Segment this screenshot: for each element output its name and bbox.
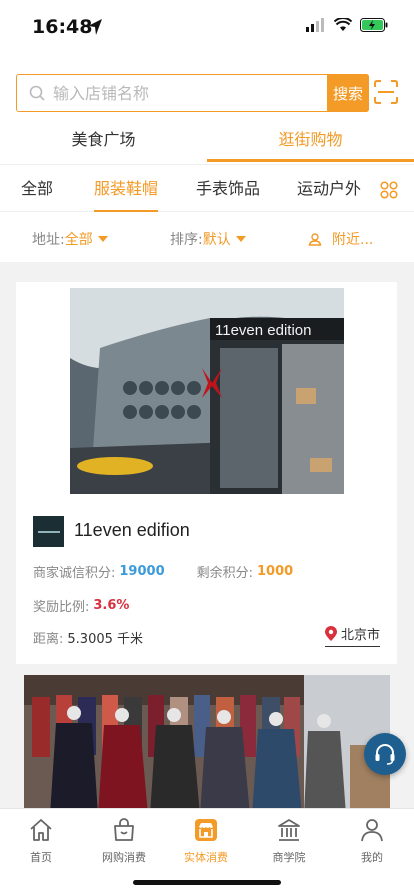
remain-value: 1000 bbox=[257, 564, 294, 579]
reward-row: 奖励比例: 3.6% bbox=[33, 596, 129, 615]
tab-home-label: 首页 bbox=[30, 851, 52, 864]
category-bar: 全部 服装鞋帽 手表饰品 运动户外 bbox=[0, 164, 414, 213]
nearby-filter[interactable]: 附近... bbox=[308, 229, 373, 249]
tab-mine[interactable]: 我的 bbox=[337, 817, 407, 865]
battery-charging-icon bbox=[360, 18, 388, 32]
credit-row: 商家诚信积分: 19000 剩余积分: 1000 bbox=[33, 562, 293, 581]
remain-label: 剩余积分: bbox=[196, 566, 254, 581]
map-pin-icon bbox=[324, 626, 337, 641]
search-input[interactable] bbox=[45, 83, 327, 103]
home-icon bbox=[30, 819, 52, 841]
distance-row: 距离: 5.3005 千米 bbox=[33, 628, 143, 647]
search-button[interactable]: 搜索 bbox=[327, 74, 369, 112]
shop-card[interactable]: 11even edition 11even edifion 商家诚信积分: 19… bbox=[16, 282, 397, 664]
store-icon bbox=[195, 819, 217, 841]
category-all[interactable]: 全部 bbox=[21, 165, 53, 213]
shop-city: 北京市 bbox=[340, 628, 380, 643]
person-location-icon bbox=[308, 233, 322, 246]
category-watches[interactable]: 手表饰品 bbox=[196, 165, 260, 213]
tab-business-school-label: 商学院 bbox=[272, 851, 306, 864]
scan-icon[interactable] bbox=[374, 80, 398, 104]
shopping-bag-icon bbox=[114, 818, 134, 841]
address-filter[interactable]: 地址: 全部 bbox=[32, 229, 108, 249]
caret-down-icon bbox=[235, 236, 246, 242]
shop-photo: 11even edition bbox=[70, 288, 344, 494]
shop-logo bbox=[33, 516, 64, 547]
tab-food-court[interactable]: 美食广场 bbox=[0, 124, 207, 164]
search-icon bbox=[29, 85, 45, 101]
header: 搜索 美食广场 逛街购物 bbox=[0, 56, 414, 164]
tab-online-shopping[interactable]: 网购消费 bbox=[89, 817, 159, 865]
reward-value: 3.6% bbox=[93, 598, 130, 613]
caret-down-icon bbox=[97, 236, 108, 242]
sort-filter-label: 排序: bbox=[170, 232, 203, 248]
sort-filter[interactable]: 排序: 默认 bbox=[170, 229, 246, 249]
shop-card-photo[interactable] bbox=[24, 675, 390, 808]
shop-photo-sign: 11even edition bbox=[215, 322, 311, 339]
home-indicator bbox=[133, 880, 281, 885]
shop-list: 11even edition 11even edifion 商家诚信积分: 19… bbox=[0, 262, 414, 808]
user-icon bbox=[361, 819, 383, 842]
status-icons bbox=[306, 18, 388, 32]
shop-location[interactable]: 北京市 bbox=[324, 624, 380, 647]
customer-service-button[interactable] bbox=[364, 733, 406, 775]
tab-business-school[interactable]: 商学院 bbox=[254, 817, 324, 865]
shop-name: 11even edifion bbox=[74, 520, 190, 540]
tab-shopping[interactable]: 逛街购物 bbox=[207, 124, 414, 164]
category-clothing[interactable]: 服装鞋帽 bbox=[94, 165, 159, 213]
cellular-signal-icon bbox=[306, 18, 324, 32]
search-box: 搜索 bbox=[16, 74, 369, 112]
credit-value: 19000 bbox=[119, 564, 165, 579]
reward-label: 奖励比例: bbox=[33, 600, 90, 615]
main-tabs: 美食广场 逛街购物 bbox=[0, 124, 414, 164]
grid-menu-icon[interactable] bbox=[380, 181, 398, 199]
credit-label: 商家诚信积分: bbox=[33, 566, 116, 581]
location-arrow-icon bbox=[88, 19, 102, 35]
headset-icon bbox=[375, 744, 395, 765]
filter-bar: 地址: 全部 排序: 默认 附近... bbox=[0, 212, 414, 262]
distance-label: 距离: bbox=[33, 632, 64, 647]
sort-filter-value: 默认 bbox=[202, 232, 231, 248]
tab-mine-label: 我的 bbox=[361, 851, 383, 864]
wifi-icon bbox=[334, 18, 352, 31]
distance-value: 5.3005 千米 bbox=[67, 632, 144, 647]
address-filter-value: 全部 bbox=[64, 232, 93, 248]
tab-in-store[interactable]: 实体消费 bbox=[171, 817, 241, 865]
school-icon bbox=[278, 819, 300, 841]
nearby-filter-label: 附近... bbox=[332, 232, 374, 248]
status-time: 16:48 bbox=[32, 16, 93, 38]
category-sports[interactable]: 运动户外 bbox=[297, 165, 361, 213]
status-bar: 16:48 bbox=[0, 0, 414, 56]
tab-home[interactable]: 首页 bbox=[6, 817, 76, 865]
tab-in-store-label: 实体消费 bbox=[184, 851, 228, 864]
address-filter-label: 地址: bbox=[32, 232, 65, 248]
tab-online-shopping-label: 网购消费 bbox=[102, 851, 146, 864]
